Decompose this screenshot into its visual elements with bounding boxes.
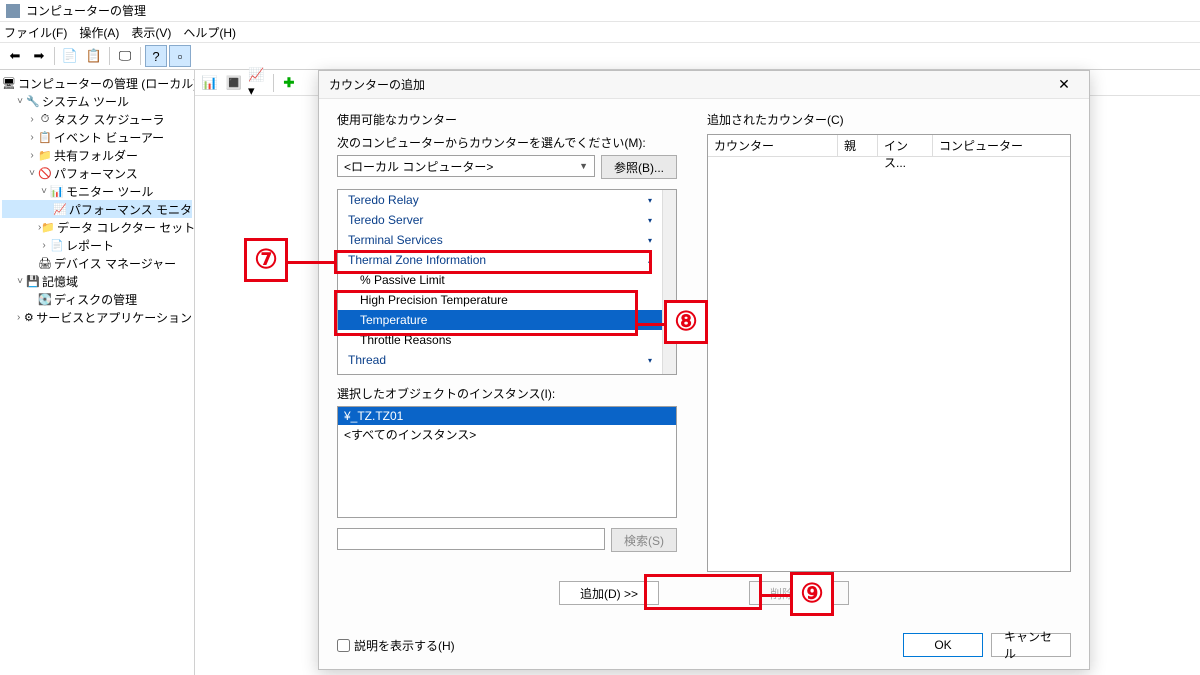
counter-teredo-relay[interactable]: Teredo Relay▾ — [338, 190, 662, 210]
toolbar-btn2[interactable]: ▫ — [169, 45, 191, 67]
col-counter[interactable]: カウンター — [708, 135, 838, 156]
instances-label: 選択したオブジェクトのインスタンス(I): — [337, 385, 677, 402]
tree-reports[interactable]: ›📄レポート — [2, 236, 192, 254]
tree-sharedfolders[interactable]: ›📁共有フォルダー — [2, 146, 192, 164]
counter-udp[interactable]: UDPv4▾ — [338, 370, 662, 375]
added-label: 追加されたカウンター(C) — [707, 111, 1071, 128]
instance-all[interactable]: <すべてのインスタンス> — [338, 425, 676, 443]
show-desc-input[interactable] — [337, 639, 350, 652]
browse-button[interactable]: 参照(B)... — [601, 155, 677, 179]
available-counters-section: 使用可能なカウンター 次のコンピューターからカウンターを選んでください(M): … — [337, 111, 677, 572]
instance-tz01[interactable]: ¥_TZ.TZ01 — [338, 407, 676, 425]
separator — [54, 47, 55, 65]
tree-performance[interactable]: ˅🚫パフォーマンス — [2, 164, 192, 182]
counter-thread[interactable]: Thread▾ — [338, 350, 662, 370]
tree-taskscheduler[interactable]: ›⏱タスク スケジューラ — [2, 110, 192, 128]
show-desc-label: 説明を表示する(H) — [354, 637, 455, 654]
nav-tree[interactable]: 🖥コンピューターの管理 (ローカル) ˅🔧システム ツール ›⏱タスク スケジュ… — [0, 70, 195, 675]
tree-systools[interactable]: ˅🔧システム ツール — [2, 92, 192, 110]
dialog-close-button[interactable]: ✕ — [1049, 74, 1079, 96]
pm-stop-btn[interactable]: 🔳 — [223, 72, 245, 94]
pm-view2-btn[interactable]: 📈▾ — [247, 72, 269, 94]
counter-high-precision-temp[interactable]: High Precision Temperature — [338, 290, 662, 310]
select-computer-label: 次のコンピューターからカウンターを選んでください(M): — [337, 134, 677, 151]
pm-add-btn[interactable]: ✚ — [278, 72, 300, 94]
computer-value: <ローカル コンピューター> — [344, 158, 493, 175]
counter-terminal-services[interactable]: Terminal Services▾ — [338, 230, 662, 250]
menu-view[interactable]: 表示(V) — [131, 24, 171, 41]
counters-listbox[interactable]: Teredo Relay▾ Teredo Server▾ Terminal Se… — [337, 189, 677, 375]
added-counters-section: 追加されたカウンター(C) カウンター 親 インス... コンピューター — [707, 111, 1071, 572]
search-input[interactable] — [337, 528, 605, 550]
remove-button[interactable]: 削除(R) << — [749, 581, 849, 605]
counter-temperature[interactable]: Temperature — [338, 310, 662, 330]
dialog-body: 使用可能なカウンター 次のコンピューターからカウンターを選んでください(M): … — [319, 99, 1089, 584]
add-button[interactable]: 追加(D) >> — [559, 581, 659, 605]
scrollbar-thumb[interactable] — [664, 310, 675, 340]
dialog-title: カウンターの追加 — [329, 76, 425, 93]
available-label: 使用可能なカウンター — [337, 111, 677, 128]
app-icon — [6, 4, 20, 18]
tree-devicemanager[interactable]: 🖨デバイス マネージャー — [2, 254, 192, 272]
menu-help[interactable]: ヘルプ(H) — [183, 24, 236, 41]
tree-datacollector[interactable]: ›📁データ コレクター セット — [2, 218, 192, 236]
counter-thermal-zone[interactable]: Thermal Zone Information▴ — [338, 250, 662, 270]
search-button[interactable]: 検索(S) — [611, 528, 677, 552]
ok-button[interactable]: OK — [903, 633, 983, 657]
counter-throttle-reasons[interactable]: Throttle Reasons — [338, 330, 662, 350]
help-button[interactable]: ? — [145, 45, 167, 67]
tree-perfmon[interactable]: 📈パフォーマンス モニタ — [2, 200, 192, 218]
pm-view-btn[interactable]: 📊 — [199, 72, 221, 94]
up-button[interactable]: 📄 — [59, 45, 81, 67]
tree-monitortools[interactable]: ˅📊モニター ツール — [2, 182, 192, 200]
counter-passive-limit[interactable]: % Passive Limit — [338, 270, 662, 290]
separator — [140, 47, 141, 65]
separator — [109, 47, 110, 65]
dialog-footer: 説明を表示する(H) OK キャンセル — [337, 633, 1071, 657]
tree-root[interactable]: 🖥コンピューターの管理 (ローカル) — [2, 74, 192, 92]
window-titlebar: コンピューターの管理 — [0, 0, 1200, 22]
menubar: ファイル(F) 操作(A) 表示(V) ヘルプ(H) — [0, 22, 1200, 42]
show-description-checkbox[interactable]: 説明を表示する(H) — [337, 637, 455, 654]
tree-storage[interactable]: ˅💾記憶域 — [2, 272, 192, 290]
listbox-scrollbar[interactable] — [662, 190, 676, 374]
dropdown-icon: ▼ — [579, 161, 588, 171]
added-counters-table[interactable]: カウンター 親 インス... コンピューター — [707, 134, 1071, 572]
col-computer[interactable]: コンピューター — [933, 135, 1070, 156]
menu-action[interactable]: 操作(A) — [79, 24, 119, 41]
tree-eventviewer[interactable]: ›📋イベント ビューアー — [2, 128, 192, 146]
dialog-titlebar: カウンターの追加 ✕ — [319, 71, 1089, 99]
instances-listbox[interactable]: ¥_TZ.TZ01 <すべてのインスタンス> — [337, 406, 677, 518]
cancel-button[interactable]: キャンセル — [991, 633, 1071, 657]
add-counters-dialog: カウンターの追加 ✕ 使用可能なカウンター 次のコンピューターからカウンターを選… — [318, 70, 1090, 670]
window-title: コンピューターの管理 — [26, 2, 146, 19]
counter-teredo-server[interactable]: Teredo Server▾ — [338, 210, 662, 230]
props-button[interactable]: 📋 — [83, 45, 105, 67]
tree-servicesapps[interactable]: ›⚙サービスとアプリケーション — [2, 308, 192, 326]
added-header: カウンター 親 インス... コンピューター — [708, 135, 1070, 157]
forward-button[interactable]: ➡ — [28, 45, 50, 67]
separator — [273, 74, 274, 92]
back-button[interactable]: ⬅ — [4, 45, 26, 67]
col-inst[interactable]: インス... — [878, 135, 933, 156]
computer-combobox[interactable]: <ローカル コンピューター> ▼ — [337, 155, 595, 177]
col-parent[interactable]: 親 — [838, 135, 878, 156]
menu-file[interactable]: ファイル(F) — [4, 24, 67, 41]
toolbar: ⬅ ➡ 📄 📋 🖵 ? ▫ — [0, 42, 1200, 70]
tree-diskmgmt[interactable]: 💽ディスクの管理 — [2, 290, 192, 308]
refresh-button[interactable]: 🖵 — [114, 45, 136, 67]
